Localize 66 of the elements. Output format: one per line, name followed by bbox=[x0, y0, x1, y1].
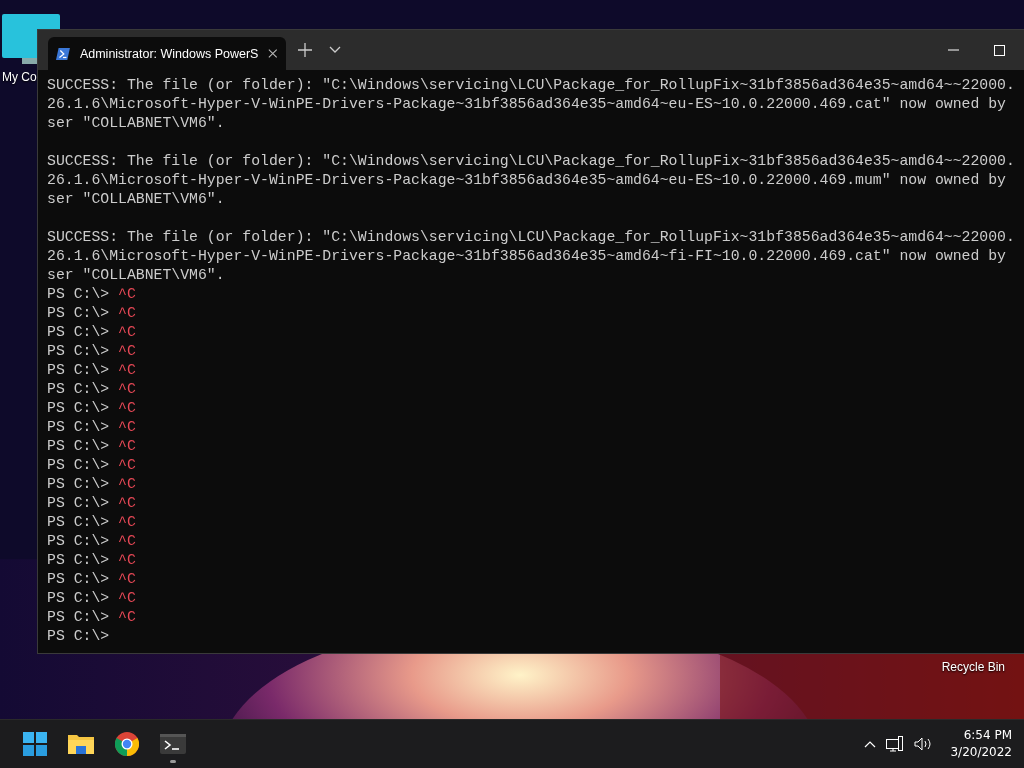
folder-icon bbox=[68, 733, 94, 755]
interrupt-text: ^C bbox=[118, 609, 136, 625]
prompt-text: PS C:\> bbox=[47, 419, 110, 435]
close-icon[interactable] bbox=[268, 48, 278, 59]
prompt-text: PS C:\> bbox=[47, 552, 110, 568]
prompt-text: PS C:\> bbox=[47, 381, 110, 397]
output-line: ser "COLLABNET\VM6". bbox=[47, 191, 225, 207]
tab-title: Administrator: Windows PowerS bbox=[79, 46, 259, 61]
prompt-text: PS C:\> bbox=[47, 362, 110, 378]
prompt-text: PS C:\> bbox=[47, 457, 110, 473]
interrupt-text: ^C bbox=[118, 533, 136, 549]
icon-label: My Co bbox=[2, 70, 37, 84]
output-line: ser "COLLABNET\VM6". bbox=[47, 115, 225, 131]
chevron-down-icon bbox=[329, 46, 341, 54]
interrupt-text: ^C bbox=[118, 476, 136, 492]
clock-time: 6:54 PM bbox=[963, 727, 1012, 744]
interrupt-text: ^C bbox=[118, 286, 136, 302]
prompt-text: PS C:\> bbox=[47, 400, 110, 416]
interrupt-text: ^C bbox=[118, 362, 136, 378]
interrupt-text: ^C bbox=[118, 514, 136, 530]
interrupt-text: ^C bbox=[118, 324, 136, 340]
clock[interactable]: 6:54 PM 3/20/2022 bbox=[950, 727, 1012, 761]
prompt-text: PS C:\> bbox=[47, 495, 110, 511]
plus-icon bbox=[298, 43, 312, 57]
output-line: 26.1.6\Microsoft-Hyper-V-WinPE-Drivers-Package~31bf3856ad364e35~amd64~eu-ES~10.0.22000.469.cat" now owned by bbox=[47, 96, 1006, 112]
prompt-text: PS C:\> bbox=[47, 476, 110, 492]
terminal-icon bbox=[160, 734, 186, 754]
interrupt-text: ^C bbox=[118, 381, 136, 397]
output-line: SUCCESS: The file (or folder): "C:\Windows\servicing\LCU\Package_for_RollupFix~31bf3856ad364e35~amd64~~22000. bbox=[47, 77, 1015, 93]
output-line: 26.1.6\Microsoft-Hyper-V-WinPE-Drivers-Package~31bf3856ad364e35~amd64~eu-ES~10.0.22000.469.mum" now owned by bbox=[47, 172, 1006, 188]
terminal-tab[interactable]: Administrator: Windows PowerS bbox=[48, 37, 286, 70]
interrupt-text: ^C bbox=[118, 552, 136, 568]
interrupt-text: ^C bbox=[118, 571, 136, 587]
prompt-text: PS C:\> bbox=[47, 514, 110, 530]
interrupt-text: ^C bbox=[118, 438, 136, 454]
interrupt-text: ^C bbox=[118, 343, 136, 359]
interrupt-text: ^C bbox=[118, 457, 136, 473]
prompt-text: PS C:\> bbox=[47, 438, 110, 454]
maximize-icon bbox=[993, 44, 1005, 56]
output-line: SUCCESS: The file (or folder): "C:\Windows\servicing\LCU\Package_for_RollupFix~31bf3856ad364e35~amd64~~22000. bbox=[47, 229, 1015, 245]
network-icon[interactable] bbox=[886, 736, 905, 752]
interrupt-text: ^C bbox=[118, 400, 136, 416]
clock-date: 3/20/2022 bbox=[950, 744, 1012, 761]
chevron-up-icon[interactable] bbox=[864, 740, 877, 748]
output-line: 26.1.6\Microsoft-Hyper-V-WinPE-Drivers-Package~31bf3856ad364e35~amd64~fi-FI~10.0.22000.469.cat" now owned by bbox=[47, 248, 1006, 264]
prompt-text: PS C:\> bbox=[47, 590, 110, 606]
prompt-text: PS C:\> bbox=[47, 324, 110, 340]
prompt-text: PS C:\> bbox=[47, 343, 110, 359]
prompt-text: PS C:\> bbox=[47, 609, 110, 625]
windows-logo-icon bbox=[23, 732, 47, 756]
prompt-text: PS C:\> bbox=[47, 533, 110, 549]
volume-icon[interactable] bbox=[914, 737, 933, 751]
interrupt-text: ^C bbox=[118, 590, 136, 606]
prompt-text: PS C:\> bbox=[47, 571, 110, 587]
interrupt-text: ^C bbox=[118, 419, 136, 435]
minimize-icon bbox=[947, 49, 959, 51]
browser-icon bbox=[115, 732, 139, 756]
powershell-icon bbox=[56, 46, 70, 61]
output-line: ser "COLLABNET\VM6". bbox=[47, 267, 225, 283]
icon-label: Recycle Bin bbox=[941, 660, 1005, 674]
interrupt-text: ^C bbox=[118, 495, 136, 511]
prompt-text: PS C:\> bbox=[47, 305, 110, 321]
interrupt-text: ^C bbox=[118, 305, 136, 321]
output-line: SUCCESS: The file (or folder): "C:\Windows\servicing\LCU\Package_for_RollupFix~31bf3856ad364e35~amd64~~22000. bbox=[47, 153, 1015, 169]
prompt-text: PS C:\> bbox=[47, 628, 110, 644]
prompt-text: PS C:\> bbox=[47, 286, 110, 302]
